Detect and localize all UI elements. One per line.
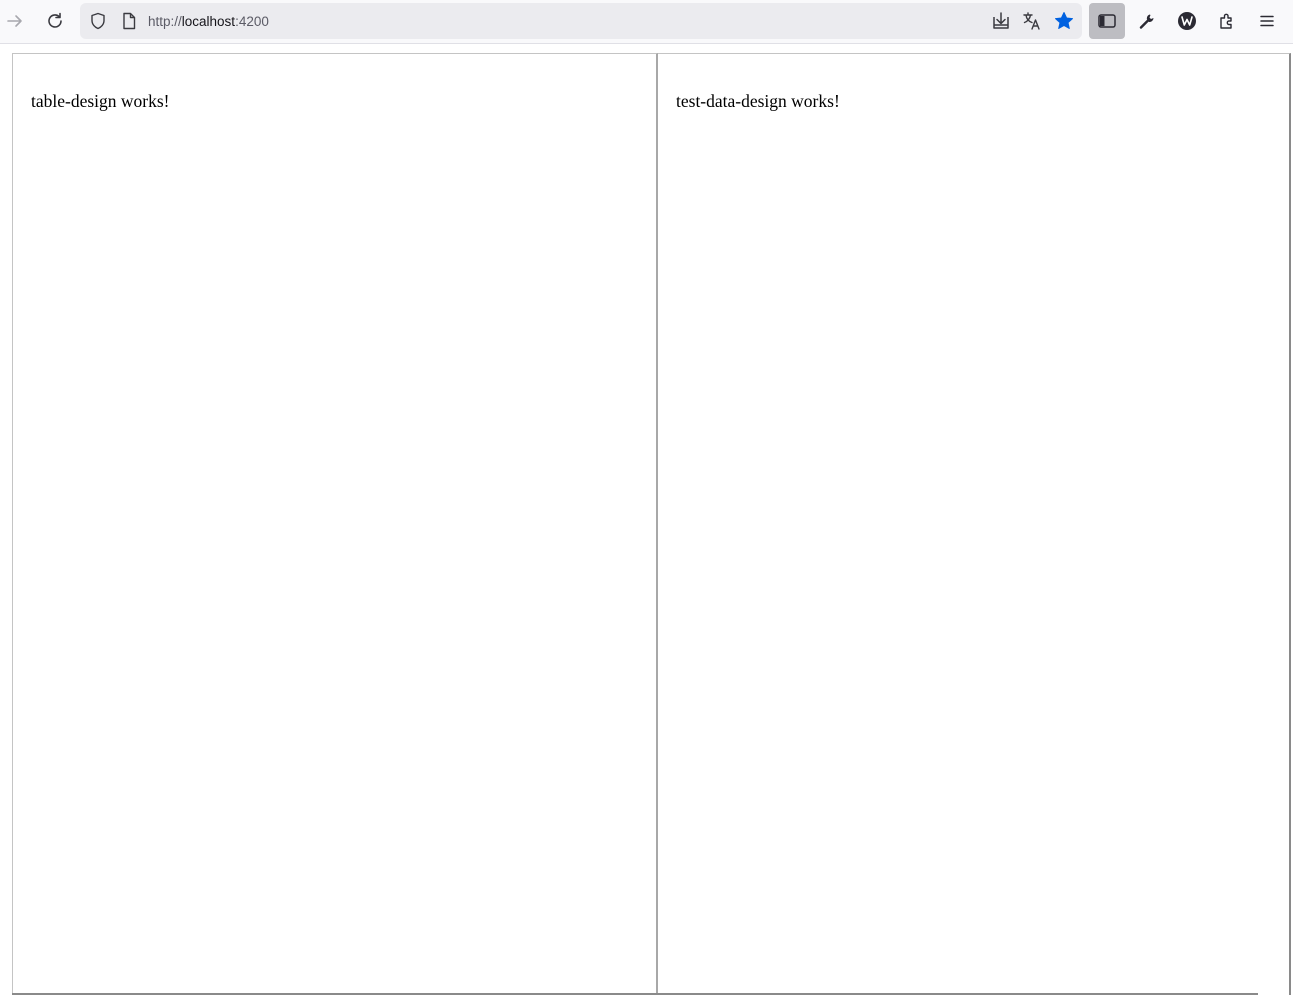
url-scheme: http://: [148, 14, 182, 29]
shield-icon[interactable]: [88, 11, 108, 31]
table-design-text: table-design works!: [31, 91, 170, 111]
test-data-design-frame[interactable]: test-data-design works!: [658, 53, 1291, 995]
w-extension-icon: [1177, 11, 1197, 31]
url-port: :4200: [235, 14, 269, 29]
browser-toolbar: http://localhost:4200: [0, 0, 1293, 44]
page-icon[interactable]: [119, 11, 139, 31]
url-host: localhost: [181, 14, 236, 29]
bookmark-star-icon[interactable]: [1054, 11, 1074, 31]
url-text[interactable]: http://localhost:4200: [148, 3, 269, 39]
url-bar[interactable]: http://localhost:4200: [80, 3, 1082, 39]
reload-button[interactable]: [40, 6, 70, 36]
w-extension-button[interactable]: [1172, 6, 1202, 36]
page-content: table-design works! test-data-design wor…: [0, 44, 1293, 995]
translate-icon[interactable]: [1022, 11, 1042, 31]
wrench-button[interactable]: [1132, 6, 1162, 36]
menu-button[interactable]: [1252, 6, 1282, 36]
reload-icon: [46, 12, 64, 30]
sidebar-icon: [1097, 12, 1117, 30]
menu-hamburger-icon: [1258, 12, 1276, 30]
forward-button[interactable]: [0, 6, 30, 36]
extensions-button[interactable]: [1212, 6, 1242, 36]
extensions-puzzle-icon: [1217, 11, 1237, 31]
sidebar-button[interactable]: [1089, 3, 1125, 39]
download-to-page-icon[interactable]: [991, 11, 1011, 31]
test-data-design-text: test-data-design works!: [676, 91, 840, 111]
table-design-frame[interactable]: table-design works!: [12, 53, 658, 995]
wrench-icon: [1138, 12, 1156, 30]
arrow-right-icon: [6, 12, 24, 30]
